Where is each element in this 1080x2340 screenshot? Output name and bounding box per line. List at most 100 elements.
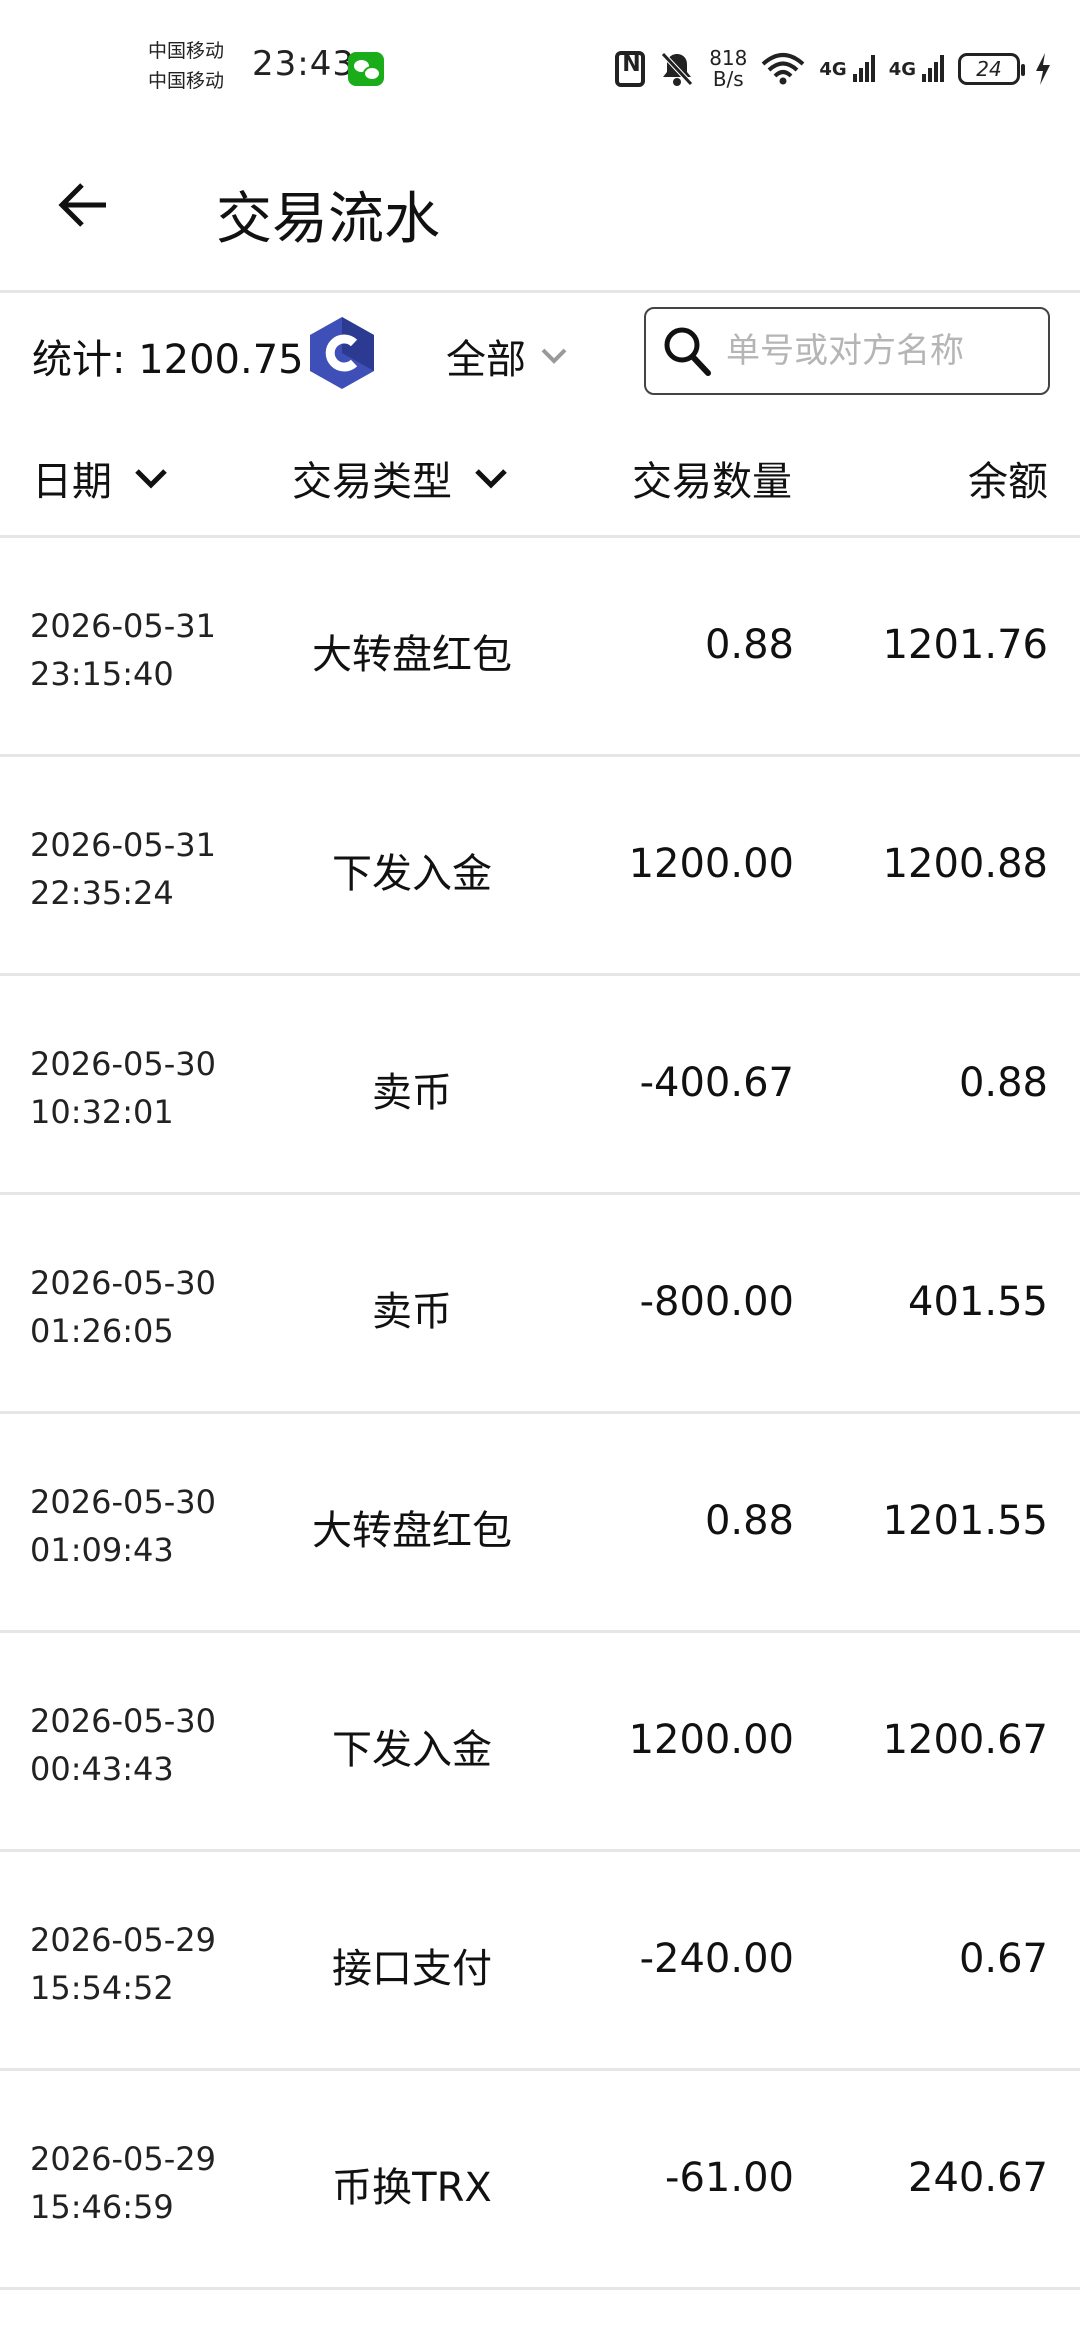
row-balance: 401.55 <box>908 1279 1048 1325</box>
row-datetime: 2026-05-29 15:46:59 <box>30 2135 216 2231</box>
row-amount: 1200.00 <box>628 1717 794 1763</box>
row-balance: 1201.76 <box>882 622 1048 668</box>
chevron-down-icon <box>135 469 167 489</box>
signal-bars-icon <box>922 54 944 82</box>
status-indicators: 818 B/s 4G 4G 24 <box>615 44 1052 94</box>
total-stat: 统计: 1200.75 <box>32 337 304 383</box>
row-balance: 0.67 <box>958 1936 1048 1982</box>
row-date: 2026-05-30 <box>30 1045 216 1083</box>
carrier-2: 中国移动 <box>148 70 225 92</box>
row-balance: 1201.55 <box>882 1498 1048 1544</box>
row-time: 15:46:59 <box>30 2188 174 2226</box>
row-datetime: 2026-05-31 22:35:24 <box>30 821 216 917</box>
row-time: 23:15:40 <box>30 655 174 693</box>
wechat-notification-icon <box>348 52 384 86</box>
row-balance: 1200.88 <box>882 841 1048 887</box>
bell-muted-icon <box>661 52 694 86</box>
column-date-label: 日期 <box>32 459 112 505</box>
table-row[interactable]: 2026-05-31 23:15:40 大转盘红包 0.88 1201.76 <box>0 538 1080 757</box>
carrier-1: 中国移动 <box>148 40 225 62</box>
row-amount: -400.67 <box>639 1060 794 1106</box>
signal-1: 4G <box>819 54 875 82</box>
row-balance: 240.67 <box>908 2155 1048 2201</box>
row-date: 2026-05-31 <box>30 826 216 864</box>
row-datetime: 2026-05-29 15:54:52 <box>30 1916 216 2012</box>
status-bar: 中国移动 中国移动 23:43 818 B/s 4G 4G <box>0 0 1080 130</box>
row-amount: -61.00 <box>665 2155 794 2201</box>
row-type: 大转盘红包 <box>312 632 512 678</box>
row-time: 15:54:52 <box>30 1969 174 2007</box>
wifi-icon <box>762 53 805 85</box>
row-datetime: 2026-05-30 10:32:01 <box>30 1040 216 1136</box>
row-date: 2026-05-30 <box>30 1264 216 1302</box>
row-datetime: 2026-05-30 01:26:05 <box>30 1259 216 1355</box>
app-header: 交易流水 <box>0 130 1080 293</box>
search-box[interactable] <box>644 307 1050 395</box>
net-speed: 818 B/s <box>709 48 747 90</box>
page-title: 交易流水 <box>216 187 440 252</box>
row-date: 2026-05-30 <box>30 1702 216 1740</box>
column-date-sort[interactable]: 日期 <box>32 449 168 507</box>
chevron-down-icon <box>475 469 507 489</box>
column-amount-label: 交易数量 <box>632 459 792 505</box>
type-filter-dropdown[interactable]: 全部 <box>446 327 568 385</box>
row-type: 接口支付 <box>332 1946 492 1992</box>
signal-1-label: 4G <box>819 58 847 80</box>
table-row[interactable]: 2026-05-30 10:32:01 卖币 -400.67 0.88 <box>0 976 1080 1195</box>
row-type: 下发入金 <box>332 851 492 897</box>
nfc-icon <box>615 51 646 87</box>
table-header: 日期 交易类型 交易数量 余额 <box>0 413 1080 538</box>
row-type: 币换TRX <box>332 2165 492 2211</box>
net-speed-unit: B/s <box>712 67 744 91</box>
signal-bars-icon <box>852 54 875 82</box>
row-date: 2026-05-30 <box>30 1483 216 1521</box>
charging-icon <box>1036 53 1050 85</box>
row-date: 2026-05-29 <box>30 2140 216 2178</box>
row-time: 00:43:43 <box>30 1750 174 1788</box>
row-type: 大转盘红包 <box>312 1508 512 1554</box>
table-row[interactable]: 2026-05-30 01:09:43 大转盘红包 0.88 1201.55 <box>0 1414 1080 1633</box>
net-speed-value: 818 <box>709 46 748 70</box>
row-balance: 0.88 <box>958 1060 1048 1106</box>
table-row[interactable]: 2026-05-31 22:35:24 下发入金 1200.00 1200.88 <box>0 757 1080 976</box>
signal-2-label: 4G <box>888 58 916 80</box>
battery-level: 24 <box>976 57 1002 81</box>
filter-label: 全部 <box>446 337 526 383</box>
signal-2: 4G <box>888 54 944 82</box>
row-time: 22:35:24 <box>30 874 174 912</box>
row-amount: 1200.00 <box>628 841 794 887</box>
stats-bar: 统计: 1200.75 全部 <box>0 293 1080 413</box>
table-row[interactable]: 2026-05-29 15:46:59 币换TRX -61.00 240.67 <box>0 2071 1080 2290</box>
table-row[interactable]: 2026-05-30 00:43:43 下发入金 1200.00 1200.67 <box>0 1633 1080 1852</box>
row-date: 2026-05-31 <box>30 607 216 645</box>
row-amount: 0.88 <box>704 622 794 668</box>
battery-icon: 24 <box>958 53 1025 85</box>
row-datetime: 2026-05-30 01:09:43 <box>30 1478 216 1574</box>
row-time: 01:26:05 <box>30 1312 174 1350</box>
row-type: 卖币 <box>372 1070 452 1116</box>
arrow-left-icon[interactable] <box>56 178 110 232</box>
row-datetime: 2026-05-30 00:43:43 <box>30 1697 216 1793</box>
column-type-label: 交易类型 <box>292 459 452 505</box>
table-row[interactable]: 2026-05-29 15:54:52 接口支付 -240.00 0.67 <box>0 1852 1080 2071</box>
row-balance: 1200.67 <box>882 1717 1048 1763</box>
chevron-down-icon <box>541 348 567 364</box>
status-time: 23:43 <box>252 44 355 84</box>
row-datetime: 2026-05-31 23:15:40 <box>30 602 216 698</box>
column-type-sort[interactable]: 交易类型 <box>292 449 508 507</box>
search-input[interactable] <box>724 330 1028 372</box>
row-type: 下发入金 <box>332 1727 492 1773</box>
table-row[interactable]: 2026-05-30 01:26:05 卖币 -800.00 401.55 <box>0 1195 1080 1414</box>
carrier-labels: 中国移动 中国移动 <box>148 36 224 96</box>
row-amount: 0.88 <box>704 1498 794 1544</box>
row-time: 01:09:43 <box>30 1531 174 1569</box>
row-amount: -800.00 <box>639 1279 794 1325</box>
row-type: 卖币 <box>372 1289 452 1335</box>
row-amount: -240.00 <box>639 1936 794 1982</box>
transaction-list: 2026-05-31 23:15:40 大转盘红包 0.88 1201.76 20… <box>0 538 1080 2290</box>
row-date: 2026-05-29 <box>30 1921 216 1959</box>
search-icon <box>664 327 711 376</box>
coin-c-icon <box>310 317 374 389</box>
column-balance-label: 余额 <box>968 459 1048 505</box>
row-time: 10:32:01 <box>30 1093 174 1131</box>
